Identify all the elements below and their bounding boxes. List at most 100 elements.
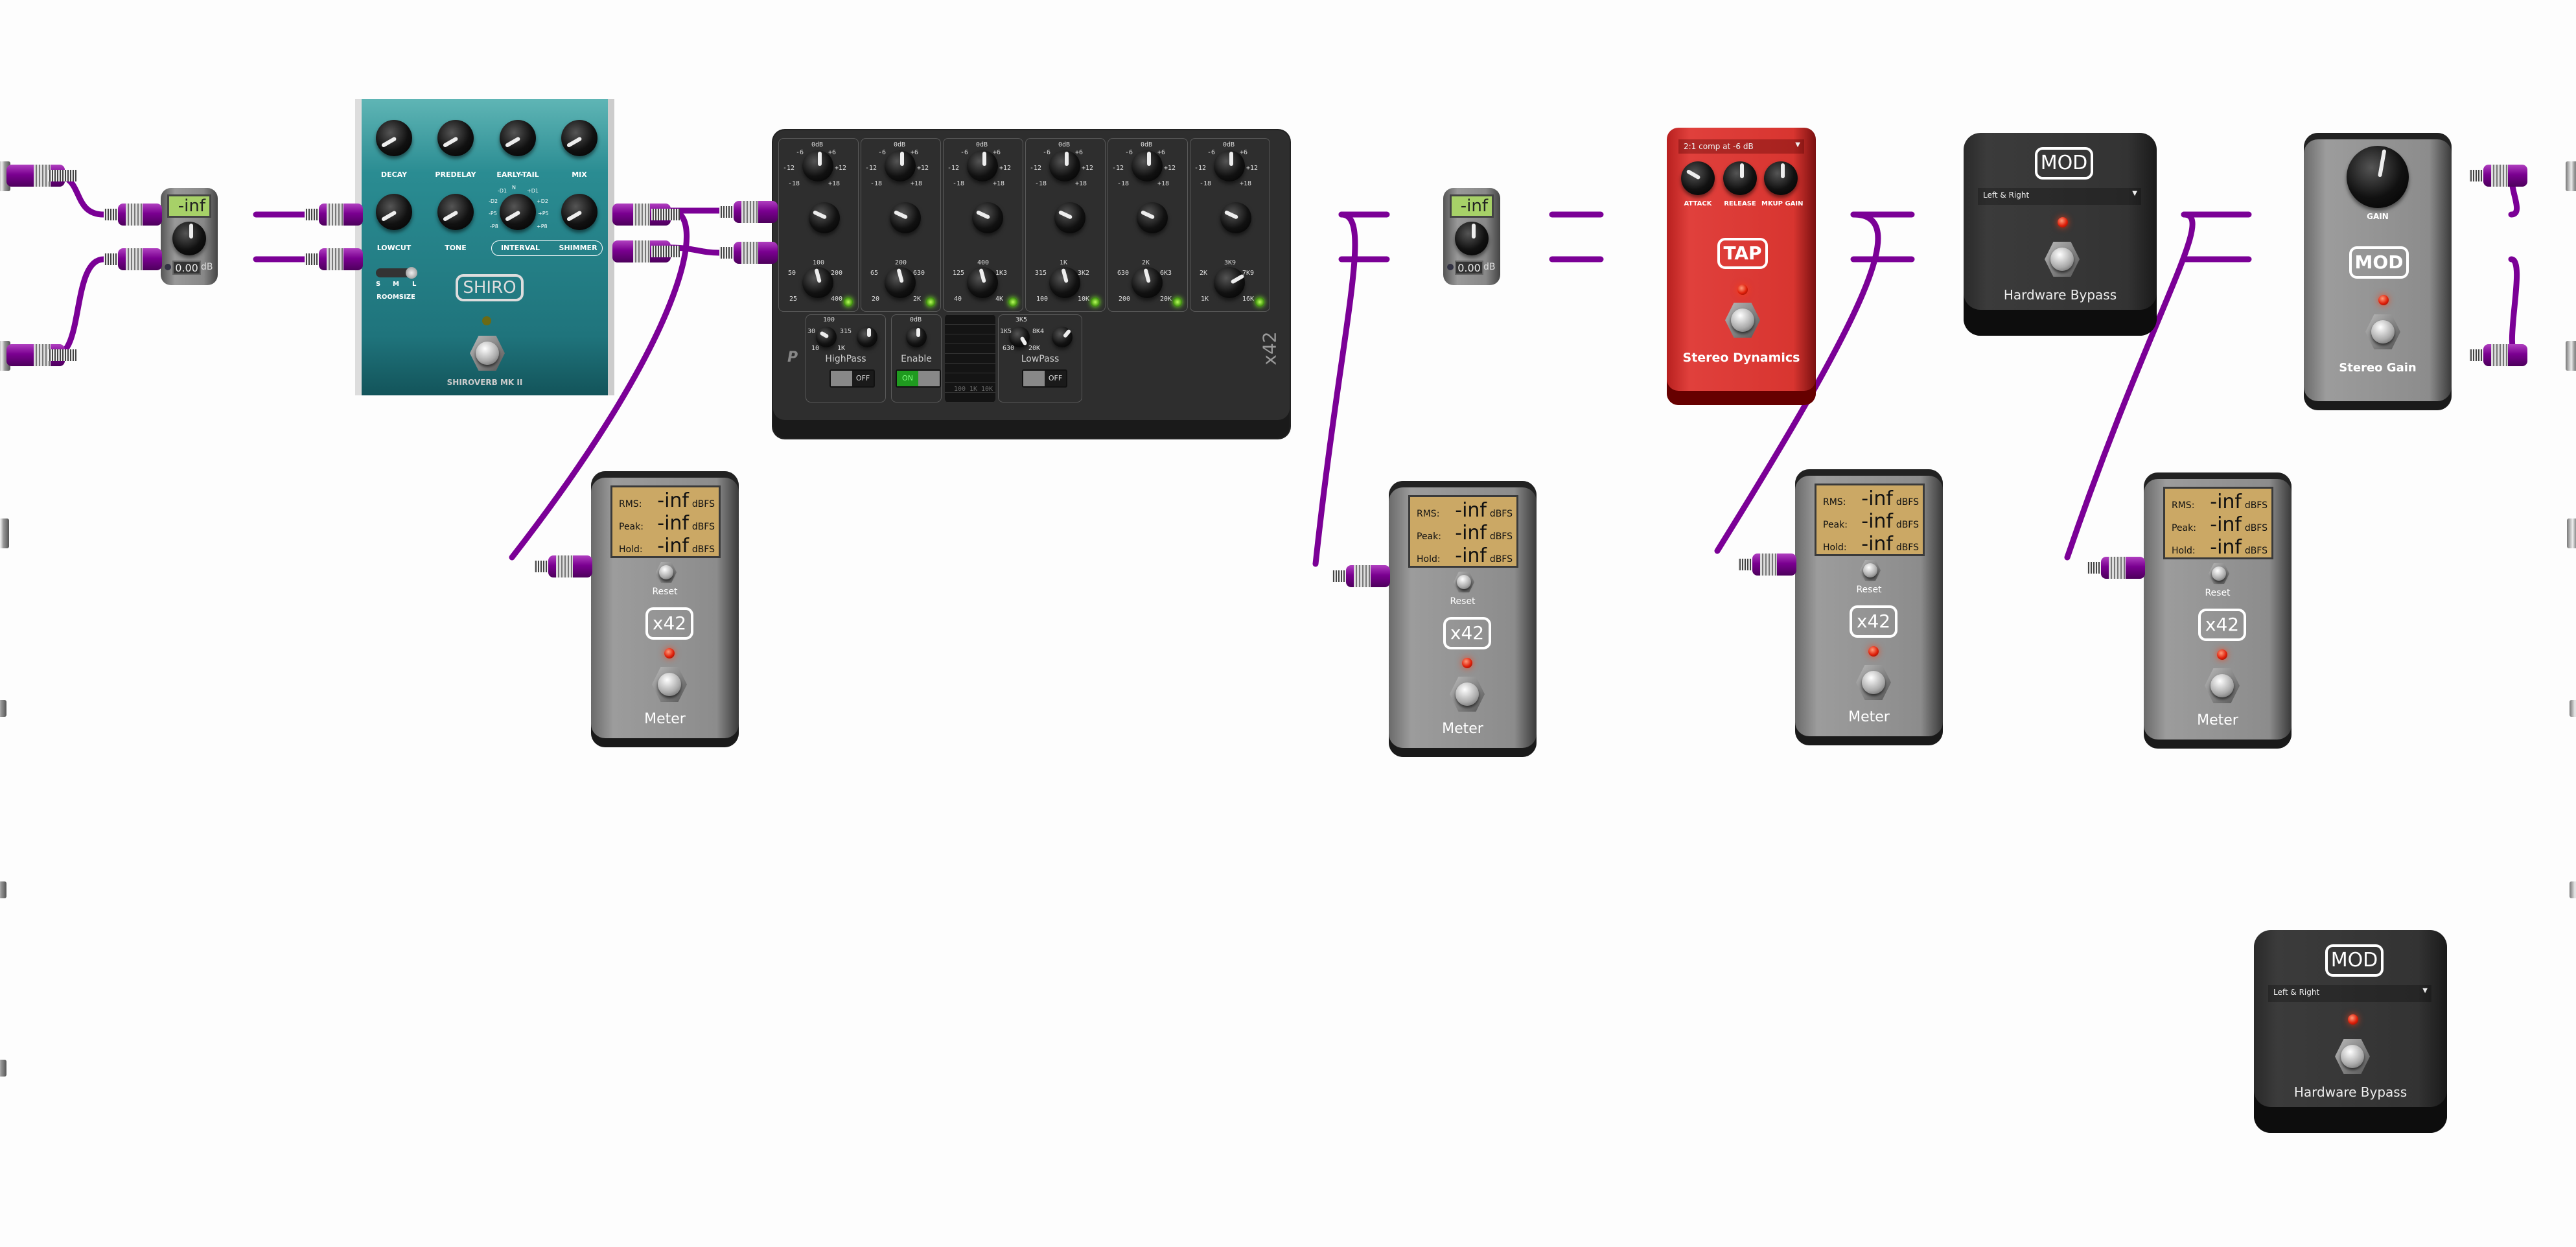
cable-plug[interactable] (2469, 344, 2527, 366)
band-enable-led[interactable] (844, 297, 853, 307)
lowcut-knob[interactable] (376, 194, 412, 230)
system-cv-out-jack-2[interactable] (2570, 881, 2576, 898)
cable-plug[interactable] (104, 204, 162, 226)
makeup-gain-knob[interactable] (1764, 161, 1798, 195)
cable[interactable] (52, 256, 107, 358)
bypass-footswitch[interactable] (1725, 303, 1760, 338)
bypass-footswitch[interactable] (652, 667, 687, 702)
hardware-bypass-pedal-2[interactable]: MOD Left & Right ▼ Hardware Bypass (2254, 930, 2447, 1133)
cable[interactable] (2508, 256, 2521, 358)
band-freq-knob[interactable] (1049, 267, 1080, 298)
bypass-footswitch[interactable] (2045, 242, 2080, 277)
system-playback-jack-1[interactable] (2566, 161, 2576, 191)
cable-plug[interactable] (1332, 565, 1390, 587)
band-enable-led[interactable] (1008, 297, 1017, 307)
early-tail-knob[interactable] (500, 120, 536, 156)
mix-knob[interactable] (561, 120, 598, 156)
cable-plug[interactable] (1738, 554, 1796, 576)
decay-knob[interactable] (376, 120, 412, 156)
gain-value[interactable]: 0.00 (1455, 261, 1483, 275)
tick-label: 8K4 (1032, 328, 1045, 335)
band-enable-led[interactable] (1255, 297, 1264, 307)
bypass-footswitch[interactable] (2335, 1039, 2370, 1074)
cable-plug[interactable] (305, 204, 363, 226)
meter-pedal[interactable]: RMS: -inf dBFS Peak: -inf dBFS Hold: -inf dBFS Re… (2144, 472, 2292, 749)
band-freq-knob[interactable] (1131, 267, 1163, 298)
bypass-footswitch[interactable] (1450, 677, 1485, 712)
cable[interactable] (1312, 211, 1358, 567)
band-enable-led[interactable] (1091, 297, 1100, 307)
band-freq-knob[interactable] (967, 267, 998, 298)
band-enable-led[interactable] (1173, 297, 1182, 307)
band-q-knob[interactable] (809, 202, 840, 233)
reset-button[interactable] (2209, 563, 2229, 584)
band-freq-knob[interactable] (802, 267, 833, 298)
release-knob[interactable] (1723, 161, 1757, 195)
cable-plug[interactable] (305, 248, 363, 270)
gain-tick: +18 (1157, 180, 1170, 187)
shiroverb-pedal[interactable]: DECAY PREDELAY EARLY-TAIL MIX N -D1 +D1 … (355, 99, 614, 395)
cable-plug[interactable] (534, 555, 592, 577)
interval-knob[interactable] (500, 194, 536, 230)
system-cv-out-jack-1[interactable] (2570, 700, 2576, 717)
cable-plug[interactable] (104, 248, 162, 270)
system-midi-out-jack[interactable] (2567, 519, 2576, 548)
band-freq-knob[interactable] (885, 267, 916, 298)
meter-pedal[interactable]: RMS: -inf dBFS Peak: -inf dBFS Hold: -inf dBFS Re… (1795, 469, 1943, 745)
cable-plug[interactable] (719, 242, 778, 264)
hardware-bypass-pedal-1[interactable]: MOD Left & Right ▼ Hardware Bypass (1964, 133, 2157, 336)
preset-dropdown[interactable]: 2:1 comp at -6 dB ▼ (1678, 139, 1804, 154)
meter-pedal[interactable]: RMS: -inf dBFS Peak: -inf dBFS Hold: -inf dBFS Re… (1389, 481, 1537, 757)
gain-utility-pedal-1[interactable]: -inf 0.00 dB (161, 188, 218, 285)
roomsize-slider[interactable] (376, 267, 417, 279)
highpass-toggle[interactable]: OFF (830, 369, 875, 388)
system-midi-jack[interactable] (0, 519, 9, 548)
system-playback-jack-2[interactable] (2566, 341, 2576, 371)
cable-plug[interactable] (6, 165, 76, 187)
bypass-mode-dropdown[interactable]: Left & Right ▼ (1978, 188, 2141, 205)
band-enable-led[interactable] (926, 297, 935, 307)
predelay-knob[interactable] (437, 120, 474, 156)
cable-plug[interactable] (2469, 165, 2527, 187)
band-q-knob[interactable] (890, 202, 921, 233)
meter-pedal[interactable]: RMS: -inf dBFS Peak: -inf dBFS Hold: -inf dBFS Re… (591, 471, 739, 747)
reset-button[interactable] (1454, 572, 1474, 592)
reset-button[interactable] (1860, 560, 1881, 581)
system-cv-jack-3[interactable] (0, 1060, 6, 1077)
highpass-q-knob[interactable] (857, 327, 877, 347)
bypass-footswitch[interactable] (1856, 665, 1891, 700)
gain-knob[interactable] (1455, 222, 1489, 255)
lowpass-q-knob[interactable] (1052, 327, 1073, 347)
bypass-footswitch[interactable] (2365, 314, 2400, 349)
band-freq-knob[interactable] (1214, 267, 1245, 298)
bypass-mode-dropdown[interactable]: Left & Right ▼ (2268, 985, 2431, 1002)
band-q-knob[interactable] (1220, 202, 1251, 233)
roomsize-slider-thumb[interactable] (406, 267, 417, 279)
cable-plug[interactable] (612, 240, 680, 262)
bypass-footswitch[interactable] (2205, 668, 2240, 703)
attack-knob[interactable] (1681, 161, 1715, 195)
bypass-footswitch[interactable] (470, 336, 505, 371)
stereo-gain-pedal[interactable]: GAIN MOD Stereo Gain (2304, 133, 2452, 410)
gain-knob[interactable] (2347, 146, 2409, 208)
reset-button[interactable] (656, 562, 677, 583)
cable-plug[interactable] (2087, 557, 2145, 579)
band-q-knob[interactable] (1137, 202, 1168, 233)
system-cv-jack-2[interactable] (0, 881, 6, 898)
cable-plug[interactable] (719, 201, 778, 223)
cable-plug[interactable] (6, 344, 76, 366)
x42-eq-pedal[interactable]: 0dB -6 +6 -12 +12 -18 +18 100 50 200 25 400 0dB -6 +6 -… (773, 130, 1290, 438)
gain-knob[interactable] (172, 222, 206, 255)
master-gain-knob[interactable] (906, 327, 927, 347)
gain-value[interactable]: 0.00 (172, 261, 201, 275)
band-q-knob[interactable] (972, 202, 1003, 233)
gain-utility-pedal-2[interactable]: -inf 0.00 dB (1443, 188, 1500, 285)
tap-stereo-dynamics-pedal[interactable]: 2:1 comp at -6 dB ▼ ATTACK RELEASE MKUP G… (1667, 128, 1816, 405)
cable-plug[interactable] (612, 204, 680, 226)
system-cv-jack-1[interactable] (0, 700, 6, 717)
shimmer-knob[interactable] (561, 194, 598, 230)
lowpass-toggle[interactable]: OFF (1022, 369, 1067, 388)
band-q-knob[interactable] (1054, 202, 1085, 233)
enable-toggle[interactable]: ON (896, 369, 941, 388)
tone-knob[interactable] (437, 194, 474, 230)
